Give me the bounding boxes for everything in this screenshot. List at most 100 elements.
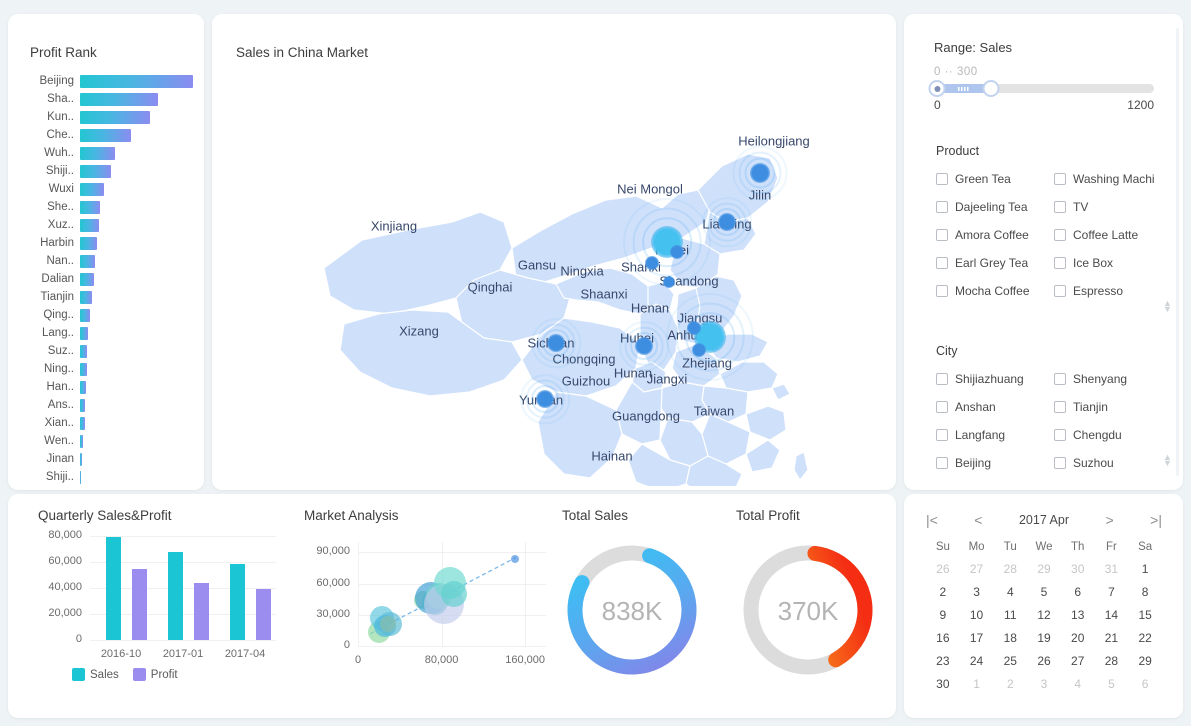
calendar-day[interactable]: 10: [960, 604, 994, 627]
city-checkbox-item[interactable]: Shijiazhuang: [936, 372, 1054, 386]
calendar-day[interactable]: 2: [926, 581, 960, 604]
sales-range-slider[interactable]: 0 ·· 300 0 1200: [928, 66, 1154, 112]
map-data-point[interactable]: [663, 276, 675, 288]
rank-row[interactable]: Ans..: [8, 396, 204, 414]
rank-row[interactable]: Shiji..: [8, 468, 204, 486]
checkbox-icon[interactable]: [1054, 373, 1066, 385]
checkbox-icon[interactable]: [936, 401, 948, 413]
product-checkbox-item[interactable]: Dajeeling Tea: [936, 200, 1054, 214]
checkbox-icon[interactable]: [936, 201, 948, 213]
map-data-point[interactable]: [536, 390, 554, 408]
calendar-day[interactable]: 28: [993, 558, 1027, 581]
product-checkbox-item[interactable]: Amora Coffee: [936, 228, 1054, 242]
calendar-day[interactable]: 1: [1128, 558, 1162, 581]
china-map[interactable]: HeilongjiangJilinNei MongolLiaoningXinji…: [212, 62, 896, 486]
calendar-day[interactable]: 17: [960, 627, 994, 650]
calendar-day[interactable]: 3: [960, 581, 994, 604]
product-checkbox-item[interactable]: Ice Box: [1054, 256, 1172, 270]
checkbox-icon[interactable]: [936, 429, 948, 441]
calendar-day[interactable]: 8: [1128, 581, 1162, 604]
rank-row[interactable]: Suz..: [8, 342, 204, 360]
rank-row[interactable]: Beijing: [8, 72, 204, 90]
rank-row[interactable]: Tianjin: [8, 288, 204, 306]
calendar-day[interactable]: 30: [926, 673, 960, 696]
checkbox-icon[interactable]: [936, 457, 948, 469]
rank-row[interactable]: Ning..: [8, 360, 204, 378]
calendar-day[interactable]: 23: [926, 650, 960, 673]
calendar-grid[interactable]: Su Mo Tu We Th Fr Sa 26 27 28 29 30 31 1 2 3 4 5 6 7 8 9 10 11 1…: [926, 536, 1162, 696]
checkbox-icon[interactable]: [1054, 401, 1066, 413]
calendar-day[interactable]: 11: [993, 604, 1027, 627]
product-checkbox-item[interactable]: TV: [1054, 200, 1172, 214]
checkbox-icon[interactable]: [936, 173, 948, 185]
rank-row[interactable]: Kun..: [8, 108, 204, 126]
calendar-day[interactable]: 14: [1095, 604, 1129, 627]
calendar-day[interactable]: 2: [993, 673, 1027, 696]
city-scroll-spinner[interactable]: ▲ ▼: [1162, 453, 1173, 468]
calendar-first-icon[interactable]: |<: [926, 512, 938, 528]
rank-row[interactable]: Wuh..: [8, 144, 204, 162]
calendar-day[interactable]: 21: [1095, 627, 1129, 650]
rank-row[interactable]: Xian..: [8, 414, 204, 432]
range-handle-high[interactable]: [982, 80, 1000, 97]
scatter-bubble[interactable]: [510, 554, 519, 563]
calendar-day[interactable]: 3: [1027, 673, 1061, 696]
city-checkbox-item[interactable]: Suzhou: [1054, 456, 1172, 470]
rank-row[interactable]: Lang..: [8, 324, 204, 342]
checkbox-icon[interactable]: [936, 285, 948, 297]
map-data-point[interactable]: [750, 163, 770, 183]
city-checkbox-item[interactable]: Tianjin: [1054, 400, 1172, 414]
calendar-day[interactable]: 20: [1061, 627, 1095, 650]
product-checkbox-item[interactable]: Green Tea: [936, 172, 1054, 186]
rank-row[interactable]: Sha..: [8, 90, 204, 108]
checkbox-icon[interactable]: [1054, 257, 1066, 269]
calendar-day[interactable]: 28: [1095, 650, 1129, 673]
range-track[interactable]: [928, 80, 1154, 97]
calendar-day[interactable]: 31: [1095, 558, 1129, 581]
legend-item[interactable]: Sales: [72, 668, 119, 681]
total-sales-gauge[interactable]: 838K: [556, 534, 708, 694]
checkbox-icon[interactable]: [936, 373, 948, 385]
rank-row[interactable]: Harbin: [8, 234, 204, 252]
product-checkbox-item[interactable]: Espresso: [1054, 284, 1172, 298]
rank-row[interactable]: Han..: [8, 378, 204, 396]
map-data-point[interactable]: [645, 256, 659, 270]
rank-row[interactable]: Qing..: [8, 306, 204, 324]
map-data-point[interactable]: [635, 337, 653, 355]
rank-row[interactable]: Dalian: [8, 270, 204, 288]
map-data-point[interactable]: [692, 343, 706, 357]
calendar-day[interactable]: 6: [1128, 673, 1162, 696]
range-handle-low[interactable]: [928, 80, 946, 97]
bar-sales[interactable]: [230, 563, 246, 640]
city-checkbox-item[interactable]: Anshan: [936, 400, 1054, 414]
bar-profit[interactable]: [256, 588, 272, 640]
product-checkbox-item[interactable]: Washing Machi: [1054, 172, 1172, 186]
calendar-day[interactable]: 1: [960, 673, 994, 696]
city-checkbox-item[interactable]: Beijing: [936, 456, 1054, 470]
calendar-day[interactable]: 30: [1061, 558, 1095, 581]
calendar-next-icon[interactable]: >: [1106, 512, 1114, 528]
calendar-day[interactable]: 18: [993, 627, 1027, 650]
city-checkbox-item[interactable]: Langfang: [936, 428, 1054, 442]
calendar-day[interactable]: 27: [1061, 650, 1095, 673]
calendar-day[interactable]: 4: [993, 581, 1027, 604]
market-analysis-chart[interactable]: 0 30,000 60,000 90,000 0 80,000 160,000: [290, 528, 558, 708]
bar-profit[interactable]: [132, 568, 148, 640]
bar-sales[interactable]: [168, 551, 184, 640]
bar-sales[interactable]: [106, 537, 122, 640]
calendar-day[interactable]: 25: [993, 650, 1027, 673]
calendar-day[interactable]: 29: [1128, 650, 1162, 673]
checkbox-icon[interactable]: [1054, 173, 1066, 185]
city-checkbox-item[interactable]: Shenyang: [1054, 372, 1172, 386]
calendar-day[interactable]: 26: [926, 558, 960, 581]
total-profit-gauge[interactable]: 370K: [732, 534, 884, 694]
checkbox-icon[interactable]: [1054, 457, 1066, 469]
quarterly-chart[interactable]: 0 20,000 40,000 60,000 80,000 2016-10 2017-01…: [8, 528, 290, 708]
legend-item[interactable]: Profit: [132, 668, 178, 681]
calendar-day[interactable]: 27: [960, 558, 994, 581]
map-data-point[interactable]: [718, 213, 736, 231]
calendar-last-icon[interactable]: >|: [1150, 512, 1162, 528]
checkbox-icon[interactable]: [1054, 429, 1066, 441]
checkbox-icon[interactable]: [1054, 229, 1066, 241]
product-scroll-spinner[interactable]: ▲ ▼: [1162, 299, 1173, 314]
